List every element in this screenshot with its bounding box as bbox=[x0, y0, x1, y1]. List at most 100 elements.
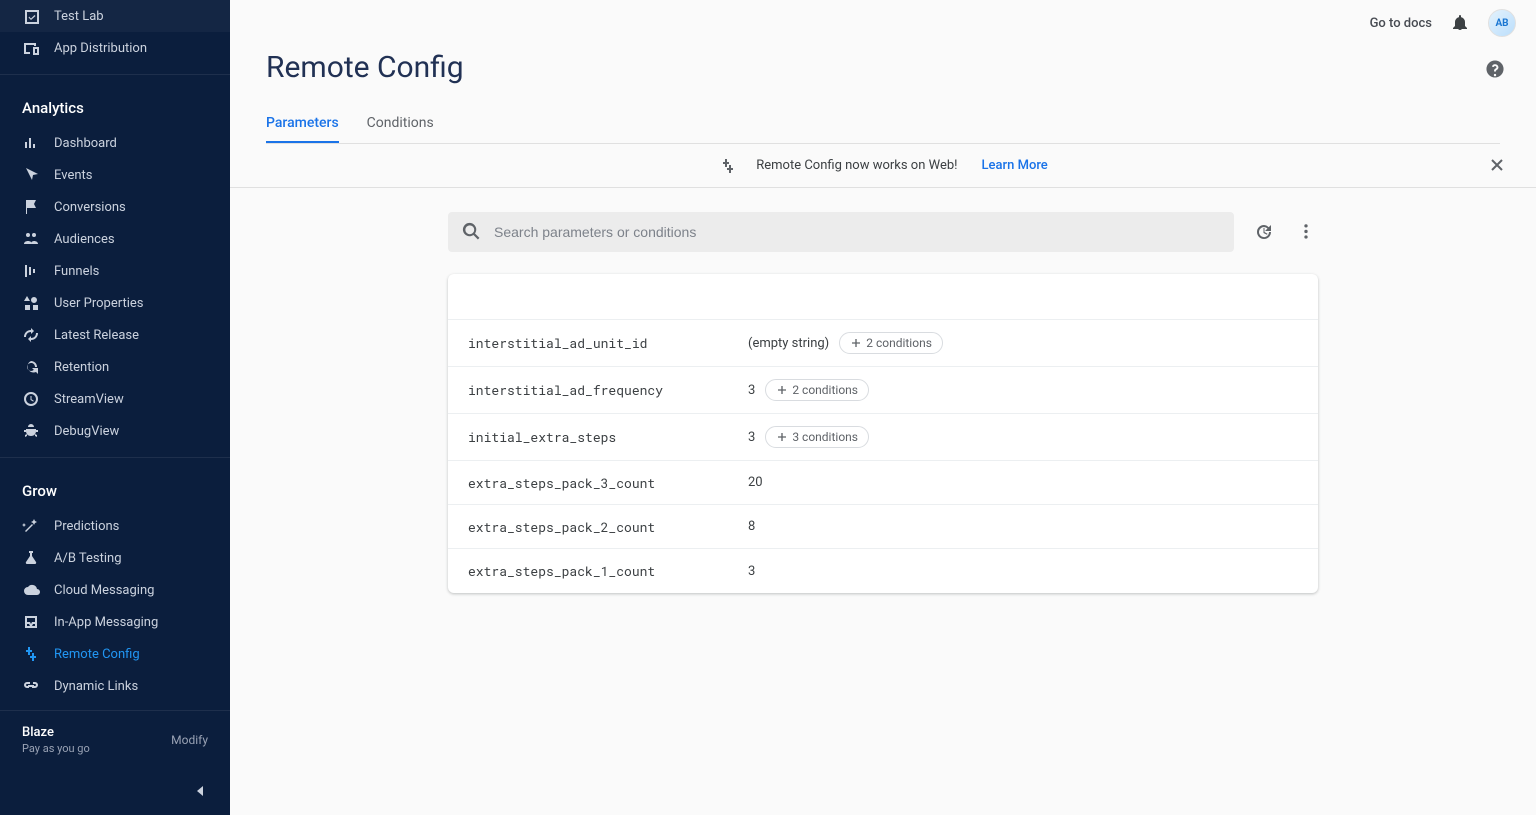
page-title: Remote Config bbox=[266, 50, 1500, 85]
param-row[interactable]: interstitial_ad_unit_id(empty string) 2 c… bbox=[448, 320, 1318, 367]
param-name: extra_steps_pack_1_count bbox=[468, 562, 748, 580]
notifications-icon[interactable] bbox=[1450, 13, 1470, 33]
plan-row: Blaze Pay as you go Modify bbox=[0, 711, 230, 769]
param-value: 3 bbox=[748, 383, 755, 398]
refresh-icon bbox=[22, 358, 40, 376]
param-row[interactable]: extra_steps_pack_3_count20 bbox=[448, 461, 1318, 505]
sidebar-item-label: Retention bbox=[54, 360, 109, 375]
go-to-docs-link[interactable]: Go to docs bbox=[1370, 16, 1432, 31]
conditions-chip[interactable]: 2 conditions bbox=[765, 379, 869, 401]
sidebar-item-label: Events bbox=[54, 168, 92, 183]
sidebar-item-remote-config[interactable]: Remote Config bbox=[0, 638, 230, 670]
plus-icon bbox=[776, 431, 788, 443]
sidebar-item-user-properties[interactable]: User Properties bbox=[0, 287, 230, 319]
sidebar-group-grow: Grow bbox=[0, 468, 230, 510]
param-row[interactable]: interstitial_ad_frequency3 2 conditions bbox=[448, 367, 1318, 414]
param-value: 3 bbox=[748, 430, 755, 445]
sidebar-item-label: Test Lab bbox=[54, 9, 104, 24]
banner-learn-more-link[interactable]: Learn More bbox=[982, 158, 1048, 173]
devices-icon bbox=[22, 39, 40, 57]
parameters-card: interstitial_ad_unit_id(empty string) 2 c… bbox=[448, 274, 1318, 593]
people-icon bbox=[22, 230, 40, 248]
funnel-icon bbox=[22, 262, 40, 280]
param-name: interstitial_ad_unit_id bbox=[468, 334, 748, 352]
sidebar-item-label: Latest Release bbox=[54, 328, 139, 343]
conditions-chip[interactable]: 3 conditions bbox=[765, 426, 869, 448]
banner: Remote Config now works on Web! Learn Mo… bbox=[230, 144, 1536, 188]
sidebar-item-app-distribution[interactable]: App Distribution bbox=[0, 32, 230, 64]
sidebar-item-label: Dashboard bbox=[54, 136, 117, 151]
plus-icon bbox=[776, 384, 788, 396]
flag-icon bbox=[22, 198, 40, 216]
search-box[interactable] bbox=[448, 212, 1234, 252]
sidebar-item-conversions[interactable]: Conversions bbox=[0, 191, 230, 223]
sidebar-item-label: Funnels bbox=[54, 264, 99, 279]
sidebar-item-label: DebugView bbox=[54, 424, 119, 439]
topbar: Go to docs AB bbox=[230, 8, 1536, 38]
plan-sub: Pay as you go bbox=[22, 742, 90, 755]
sidebar-item-events[interactable]: Events bbox=[0, 159, 230, 191]
sidebar: Test Lab App Distribution Analytics Dashb… bbox=[0, 0, 230, 815]
search-input[interactable] bbox=[494, 224, 1220, 240]
tab-parameters[interactable]: Parameters bbox=[266, 105, 339, 143]
sidebar-item-label: A/B Testing bbox=[54, 551, 122, 566]
param-name: extra_steps_pack_3_count bbox=[468, 474, 748, 492]
cursor-icon bbox=[22, 166, 40, 184]
param-row[interactable]: extra_steps_pack_1_count3 bbox=[448, 549, 1318, 593]
sidebar-item-dashboard[interactable]: Dashboard bbox=[0, 127, 230, 159]
sidebar-item-streamview[interactable]: StreamView bbox=[0, 383, 230, 415]
tabs: Parameters Conditions bbox=[266, 105, 1500, 144]
sidebar-item-funnels[interactable]: Funnels bbox=[0, 255, 230, 287]
param-value: 20 bbox=[748, 475, 763, 490]
banner-close-button[interactable] bbox=[1488, 156, 1508, 176]
sidebar-item-label: Conversions bbox=[54, 200, 126, 215]
sidebar-item-label: Dynamic Links bbox=[54, 679, 138, 694]
banner-text: Remote Config now works on Web! bbox=[756, 158, 957, 173]
sidebar-item-a-b-testing[interactable]: A/B Testing bbox=[0, 542, 230, 574]
param-value: (empty string) bbox=[748, 336, 829, 351]
param-row[interactable]: extra_steps_pack_2_count8 bbox=[448, 505, 1318, 549]
tab-conditions[interactable]: Conditions bbox=[367, 105, 434, 143]
sidebar-item-label: Cloud Messaging bbox=[54, 583, 154, 598]
more-menu-button[interactable] bbox=[1294, 220, 1318, 244]
plan-name: Blaze bbox=[22, 725, 90, 740]
inbox-icon bbox=[22, 613, 40, 631]
sidebar-item-label: In-App Messaging bbox=[54, 615, 158, 630]
sidebar-item-latest-release[interactable]: Latest Release bbox=[0, 319, 230, 351]
sidebar-item-extensions[interactable]: Extensions bbox=[0, 702, 230, 710]
sidebar-item-label: User Properties bbox=[54, 296, 144, 311]
sidebar-item-in-app-messaging[interactable]: In-App Messaging bbox=[0, 606, 230, 638]
cloud-icon bbox=[22, 581, 40, 599]
sidebar-group-analytics: Analytics bbox=[0, 85, 230, 127]
sidebar-item-predictions[interactable]: Predictions bbox=[0, 510, 230, 542]
sidebar-item-label: Audiences bbox=[54, 232, 115, 247]
sidebar-item-label: App Distribution bbox=[54, 41, 147, 56]
shapes-icon bbox=[22, 294, 40, 312]
history-button[interactable] bbox=[1252, 220, 1276, 244]
sidebar-item-debugview[interactable]: DebugView bbox=[0, 415, 230, 447]
avatar[interactable]: AB bbox=[1488, 9, 1516, 37]
sidebar-item-test-lab[interactable]: Test Lab bbox=[0, 0, 230, 32]
tune-icon bbox=[718, 156, 738, 176]
link-icon bbox=[22, 677, 40, 695]
param-row[interactable]: initial_extra_steps3 3 conditions bbox=[448, 414, 1318, 461]
sidebar-item-retention[interactable]: Retention bbox=[0, 351, 230, 383]
sidebar-collapse-button[interactable] bbox=[188, 779, 212, 803]
wand-icon bbox=[22, 517, 40, 535]
sidebar-item-label: Remote Config bbox=[54, 647, 140, 662]
plan-modify-button[interactable]: Modify bbox=[171, 733, 208, 747]
search-icon bbox=[462, 222, 482, 242]
help-icon[interactable] bbox=[1484, 58, 1506, 80]
bug-icon bbox=[22, 422, 40, 440]
check-square-icon bbox=[22, 7, 40, 25]
tune-icon bbox=[22, 645, 40, 663]
param-name: initial_extra_steps bbox=[468, 428, 748, 446]
sidebar-item-audiences[interactable]: Audiences bbox=[0, 223, 230, 255]
sidebar-item-label: Predictions bbox=[54, 519, 119, 534]
clock-icon bbox=[22, 390, 40, 408]
sidebar-item-cloud-messaging[interactable]: Cloud Messaging bbox=[0, 574, 230, 606]
param-name: interstitial_ad_frequency bbox=[468, 381, 748, 399]
conditions-chip[interactable]: 2 conditions bbox=[839, 332, 943, 354]
param-value: 8 bbox=[748, 519, 755, 534]
sidebar-item-dynamic-links[interactable]: Dynamic Links bbox=[0, 670, 230, 702]
